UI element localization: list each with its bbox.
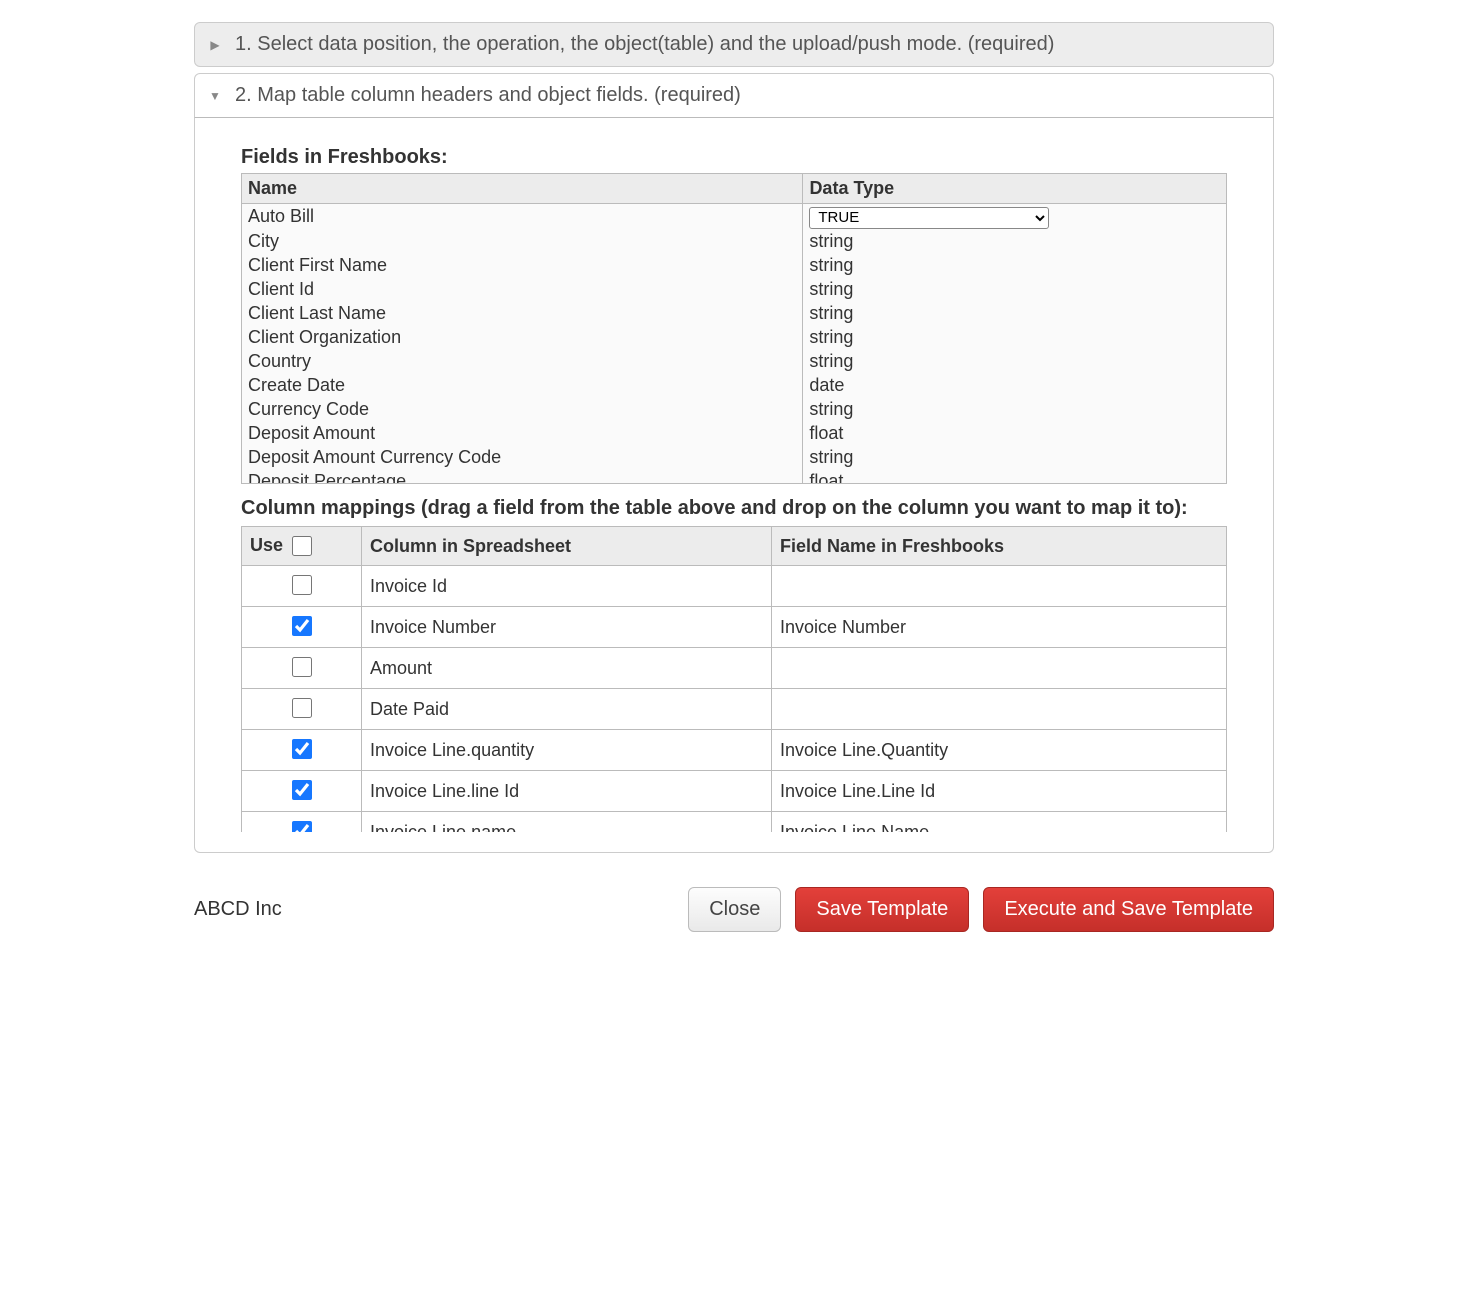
fields-row[interactable]: Citystring [242, 229, 1226, 253]
mapping-column-name[interactable]: Invoice Line.name [362, 812, 772, 833]
mapping-column-name[interactable]: Invoice Id [362, 566, 772, 607]
mapping-row: Invoice Line.quantityInvoice Line.Quanti… [242, 730, 1227, 771]
fields-row[interactable]: Countrystring [242, 349, 1226, 373]
mapping-row: Invoice Line.nameInvoice Line.Name [242, 812, 1227, 833]
footer: ABCD Inc Close Save Template Execute and… [194, 887, 1274, 932]
field-name: Auto Bill [242, 204, 803, 229]
fields-table-body: Auto BillTRUECitystringClient First Name… [242, 204, 1226, 484]
mapping-field-name[interactable]: Invoice Line.Name [772, 812, 1227, 833]
mapping-use-cell [242, 689, 362, 730]
mapping-row: Date Paid [242, 689, 1227, 730]
use-checkbox[interactable] [292, 739, 312, 759]
accordion-step-2[interactable]: ▼ 2. Map table column headers and object… [194, 73, 1274, 117]
mapping-header-use: Use [242, 527, 362, 566]
field-name: Currency Code [242, 397, 803, 421]
fields-header-datatype: Data Type [803, 174, 1227, 204]
fields-row[interactable]: Client Last Namestring [242, 301, 1226, 325]
mapping-use-cell [242, 607, 362, 648]
mapping-header-col: Column in Spreadsheet [362, 527, 772, 566]
chevron-right-icon: ▶ [209, 38, 221, 52]
fields-row[interactable]: Deposit Amountfloat [242, 421, 1226, 445]
field-datatype: TRUE [803, 204, 1226, 229]
mapping-column-name[interactable]: Amount [362, 648, 772, 689]
accordion-step-1-title: 1. Select data position, the operation, … [235, 33, 1054, 56]
field-name: Deposit Amount [242, 421, 803, 445]
field-datatype: string [803, 397, 1226, 421]
mapping-column-name[interactable]: Invoice Number [362, 607, 772, 648]
field-datatype: string [803, 253, 1226, 277]
mapping-field-name[interactable] [772, 648, 1227, 689]
fields-row[interactable]: Deposit Amount Currency Codestring [242, 445, 1226, 469]
fields-row[interactable]: Auto Bill TRUE [242, 204, 1226, 229]
mapping-header-field: Field Name in Freshbooks [772, 527, 1227, 566]
fields-table-header: Name Data Type [241, 173, 1227, 204]
field-datatype: float [803, 469, 1226, 485]
field-datatype: string [803, 277, 1226, 301]
mapping-field-name[interactable] [772, 566, 1227, 607]
field-datatype: string [803, 301, 1226, 325]
mapping-table-scroll[interactable]: Use Column in Spreadsheet Field Name in … [241, 526, 1227, 832]
mapping-field-name[interactable]: Invoice Line.Quantity [772, 730, 1227, 771]
mapping-column-name[interactable]: Invoice Line.line Id [362, 771, 772, 812]
mapping-use-cell [242, 648, 362, 689]
field-datatype: string [803, 229, 1226, 253]
mapping-row: Invoice Line.line IdInvoice Line.Line Id [242, 771, 1227, 812]
fields-row[interactable]: Currency Codestring [242, 397, 1226, 421]
field-datatype: string [803, 349, 1226, 373]
field-name: Client Last Name [242, 301, 803, 325]
field-name: Country [242, 349, 803, 373]
accordion-step-2-title: 2. Map table column headers and object f… [235, 84, 741, 107]
use-all-checkbox[interactable] [292, 536, 312, 556]
fields-row[interactable]: Client Idstring [242, 277, 1226, 301]
close-button[interactable]: Close [688, 887, 781, 932]
field-name: Deposit Percentage [242, 469, 803, 485]
use-checkbox[interactable] [292, 575, 312, 595]
accordion-step-2-panel: Fields in Freshbooks: Name Data Type Aut… [194, 117, 1274, 853]
field-name: Client First Name [242, 253, 803, 277]
mapping-use-cell [242, 771, 362, 812]
field-datatype: string [803, 445, 1226, 469]
fields-row[interactable]: Client Organizationstring [242, 325, 1226, 349]
use-checkbox[interactable] [292, 616, 312, 636]
mapping-table: Use Column in Spreadsheet Field Name in … [241, 526, 1227, 832]
fields-table-scroll[interactable]: Auto BillTRUECitystringClient First Name… [241, 204, 1227, 484]
field-name: Client Id [242, 277, 803, 301]
mapping-use-cell [242, 730, 362, 771]
mapping-field-name[interactable]: Invoice Number [772, 607, 1227, 648]
mapping-use-cell [242, 566, 362, 607]
fields-row[interactable]: Client First Namestring [242, 253, 1226, 277]
accordion-step-1[interactable]: ▶ 1. Select data position, the operation… [194, 22, 1274, 67]
use-checkbox[interactable] [292, 698, 312, 718]
mapping-row: Invoice NumberInvoice Number [242, 607, 1227, 648]
fields-header-name: Name [242, 174, 803, 204]
field-datatype: float [803, 421, 1226, 445]
field-name: Deposit Amount Currency Code [242, 445, 803, 469]
datatype-select[interactable]: TRUE [809, 207, 1049, 229]
company-label: ABCD Inc [194, 898, 282, 921]
use-checkbox[interactable] [292, 657, 312, 677]
field-datatype: string [803, 325, 1226, 349]
use-checkbox[interactable] [292, 821, 312, 832]
mapping-row: Amount [242, 648, 1227, 689]
field-name: City [242, 229, 803, 253]
save-template-button[interactable]: Save Template [795, 887, 969, 932]
mapping-field-name[interactable]: Invoice Line.Line Id [772, 771, 1227, 812]
mapping-header-use-label: Use [250, 535, 283, 555]
field-name: Create Date [242, 373, 803, 397]
mapping-column-name[interactable]: Invoice Line.quantity [362, 730, 772, 771]
fields-row[interactable]: Deposit Percentagefloat [242, 469, 1226, 485]
fields-row[interactable]: Create Datedate [242, 373, 1226, 397]
chevron-down-icon: ▼ [209, 89, 221, 103]
field-datatype: date [803, 373, 1226, 397]
mapping-field-name[interactable] [772, 689, 1227, 730]
field-name: Client Organization [242, 325, 803, 349]
fields-section-title: Fields in Freshbooks: [241, 146, 1227, 169]
mapping-use-cell [242, 812, 362, 833]
use-checkbox[interactable] [292, 780, 312, 800]
mapping-column-name[interactable]: Date Paid [362, 689, 772, 730]
execute-save-template-button[interactable]: Execute and Save Template [983, 887, 1274, 932]
mapping-section-title: Column mappings (drag a field from the t… [241, 494, 1227, 522]
mapping-row: Invoice Id [242, 566, 1227, 607]
